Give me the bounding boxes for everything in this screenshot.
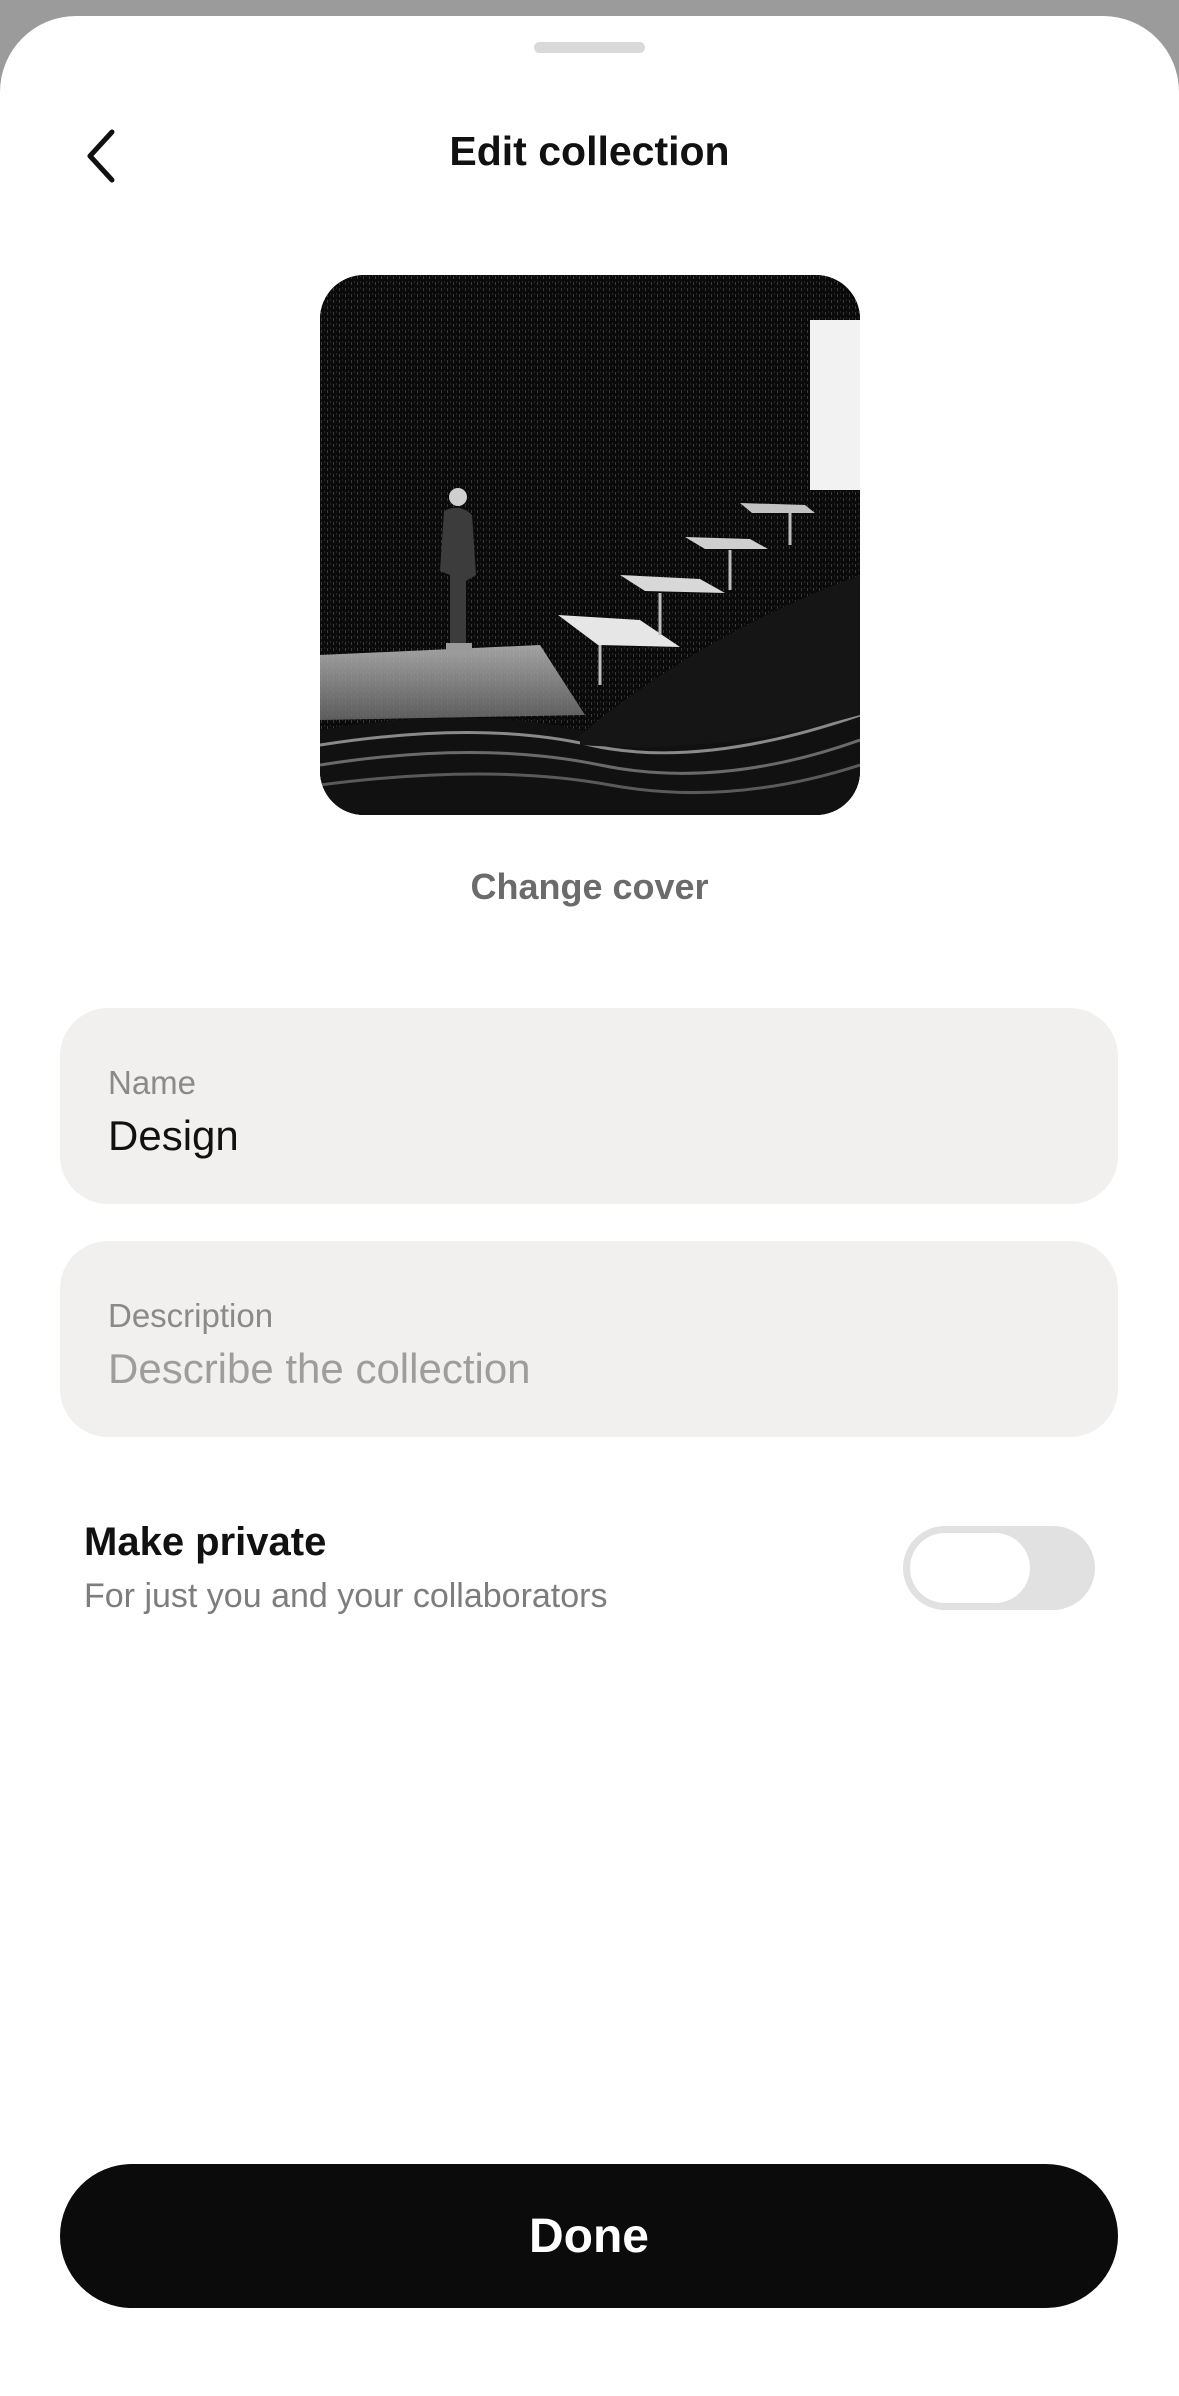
change-cover-button[interactable]: Change cover [0,866,1179,908]
sheet-grabber-handle[interactable] [534,42,645,53]
make-private-toggle[interactable] [903,1526,1095,1610]
name-input[interactable]: Design [108,1112,239,1160]
name-label: Name [108,1064,197,1101]
name-field[interactable]: Name Design [60,1008,1118,1204]
done-button[interactable]: Done [60,2164,1118,2308]
collection-cover-image[interactable] [320,275,860,815]
bottom-sheet: Edit collection Change cover Name Design… [0,16,1179,2396]
description-input[interactable]: Describe the collection [108,1345,531,1393]
toggle-knob [910,1533,1030,1603]
description-label: Description [108,1297,274,1334]
make-private-title: Make private [84,1520,327,1564]
cover-artwork [320,275,860,815]
page-title: Edit collection [449,128,730,174]
make-private-subtitle: For just you and your collaborators [84,1577,608,1615]
description-field[interactable]: Description Describe the collection [60,1241,1118,1437]
